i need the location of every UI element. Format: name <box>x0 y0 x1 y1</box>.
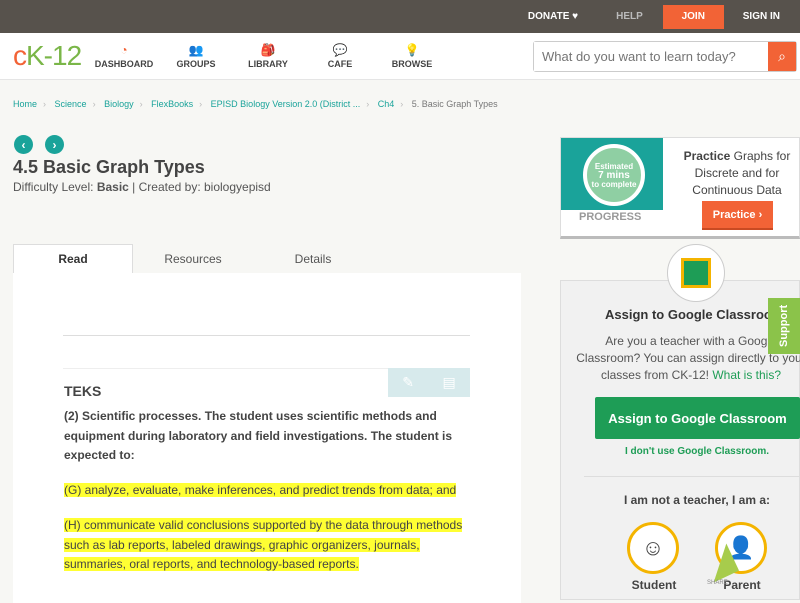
no-classroom-link[interactable]: I don't use Google Classroom. <box>561 446 800 457</box>
difficulty-value: Basic <box>96 180 129 194</box>
divider <box>63 335 470 336</box>
top-bar: DONATE ♥ HELP JOIN SIGN IN <box>0 0 800 33</box>
crumb-sep: › <box>199 99 203 109</box>
crumb-home[interactable]: Home <box>13 99 37 109</box>
main-nav: cK-12 ◔ DASHBOARD 👥 GROUPS 🎒 LIBRARY 💬 CAFE … <box>0 33 800 80</box>
logo-k12: K-12 <box>26 40 82 71</box>
nav-groups[interactable]: 👥 GROUPS <box>160 43 232 69</box>
desc-line: classes from CK-12! <box>600 368 713 382</box>
dashboard-icon: ◔ <box>120 43 128 57</box>
notes-icon[interactable]: ▤ <box>443 374 456 391</box>
practice-bold: Practice <box>683 149 731 163</box>
classroom-description: Are you a teacher with a Google Classroom… <box>571 333 800 384</box>
practice-card: Estimated 7 mins to complete PROGRESS Prac… <box>560 137 800 239</box>
nav-dashboard[interactable]: ◔ DASHBOARD <box>88 43 160 69</box>
lightbulb-icon: 💡 <box>404 43 420 57</box>
crumb-sep: › <box>400 99 404 109</box>
search-icon: ⌕ <box>778 48 786 64</box>
search-input[interactable] <box>534 42 768 71</box>
what-is-this-link[interactable]: What is this? <box>712 368 781 382</box>
difficulty-label: Difficulty Level: <box>13 180 97 194</box>
support-tab[interactable]: Support <box>768 298 800 354</box>
practice-button[interactable]: Practice › <box>702 201 773 230</box>
annotation-tools: ✎ ▤ <box>388 368 470 397</box>
lesson-meta: Difficulty Level: Basic | Created by: bi… <box>13 180 271 194</box>
sign-in-link[interactable]: SIGN IN <box>743 11 780 22</box>
progress-label: PROGRESS <box>579 211 642 223</box>
crumb-sep: › <box>366 99 370 109</box>
tab-read[interactable]: Read <box>13 244 133 273</box>
estimate-circle: Estimated 7 mins to complete <box>583 144 645 206</box>
nav-browse[interactable]: 💡 BROWSE <box>376 43 448 69</box>
created-by: | Created by: biologyepisd <box>128 180 271 194</box>
search-box: ⌕ <box>533 41 797 72</box>
breadcrumb: Home › Science › Biology › FlexBooks › EPISD… <box>13 99 498 109</box>
nav-library[interactable]: 🎒 LIBRARY <box>232 43 304 69</box>
google-classroom-icon <box>667 244 725 302</box>
tab-resources[interactable]: Resources <box>133 244 253 273</box>
nav-label: DASHBOARD <box>94 59 154 69</box>
desc-line: Classroom? You can assign directly to yo… <box>576 351 800 365</box>
crumb-science[interactable]: Science <box>55 99 87 109</box>
nav-label: CAFE <box>327 59 353 69</box>
lesson-nav: ‹ › <box>14 135 64 154</box>
estimate-text: to complete <box>591 180 637 189</box>
prev-lesson-button[interactable]: ‹ <box>14 135 33 154</box>
crumb-biology[interactable]: Biology <box>104 99 134 109</box>
donate-link[interactable]: DONATE ♥ <box>528 11 578 22</box>
highlight: (H) communicate valid conclusions suppor… <box>64 518 463 571</box>
nav-cafe[interactable]: 💬 CAFE <box>304 43 376 69</box>
nav-label: LIBRARY <box>248 59 288 69</box>
pencil-icon[interactable]: ✎ <box>402 374 414 391</box>
tab-details[interactable]: Details <box>253 244 373 273</box>
highlighted-paragraph: (H) communicate valid conclusions suppor… <box>64 516 474 575</box>
crumb-flexbooks[interactable]: FlexBooks <box>151 99 193 109</box>
next-lesson-button[interactable]: › <box>45 135 64 154</box>
page-title: 4.5 Basic Graph Types <box>13 157 205 177</box>
crumb-sep: › <box>139 99 143 109</box>
role-label: Student <box>631 578 677 592</box>
crumb-sep: › <box>92 99 96 109</box>
crumb-book[interactable]: EPISD Biology Version 2.0 (District ... <box>211 99 361 109</box>
practice-description: Practice Graphs for Discrete and for Con… <box>676 148 798 199</box>
search-button[interactable]: ⌕ <box>768 42 796 71</box>
share-label[interactable]: SHARE <box>707 580 728 586</box>
crumb-current: 5. Basic Graph Types <box>411 99 498 109</box>
read-content: ✎ ▤ TEKS (2) Scientific processes. The st… <box>13 273 521 603</box>
crumb-sep: › <box>43 99 47 109</box>
ck12-logo[interactable]: cK-12 <box>13 40 88 72</box>
student-icon: ☺ <box>627 522 679 574</box>
crumb-chapter[interactable]: Ch4 <box>378 99 395 109</box>
progress-image: Estimated 7 mins to complete <box>561 138 663 210</box>
section-heading: TEKS <box>64 383 102 399</box>
paragraph: (2) Scientific processes. The student us… <box>64 409 453 462</box>
join-button[interactable]: JOIN <box>662 4 724 29</box>
highlighted-paragraph: (G) analyze, evaluate, make inferences, … <box>64 481 474 501</box>
groups-icon: 👥 <box>188 43 204 57</box>
assign-classroom-button[interactable]: Assign to Google Classroom <box>595 397 800 439</box>
role-student[interactable]: ☺ Student <box>627 522 681 592</box>
logo-c: c <box>13 40 27 71</box>
nav-label: BROWSE <box>391 59 433 69</box>
desc-line: Are you a teacher with a Google <box>605 334 777 348</box>
divider <box>584 476 800 477</box>
highlight: (G) analyze, evaluate, make inferences, … <box>64 483 457 497</box>
nav-label: GROUPS <box>176 59 216 69</box>
help-link[interactable]: HELP <box>616 11 643 22</box>
backpack-icon: 🎒 <box>260 43 276 57</box>
content-tabs: Read Resources Details <box>13 244 373 273</box>
google-classroom-panel: Assign to Google Classroom Are you a tea… <box>560 280 800 600</box>
classroom-title: Assign to Google Classroom <box>605 307 784 322</box>
chat-icon: 💬 <box>332 43 348 57</box>
not-teacher-label: I am not a teacher, I am a: <box>623 493 771 507</box>
